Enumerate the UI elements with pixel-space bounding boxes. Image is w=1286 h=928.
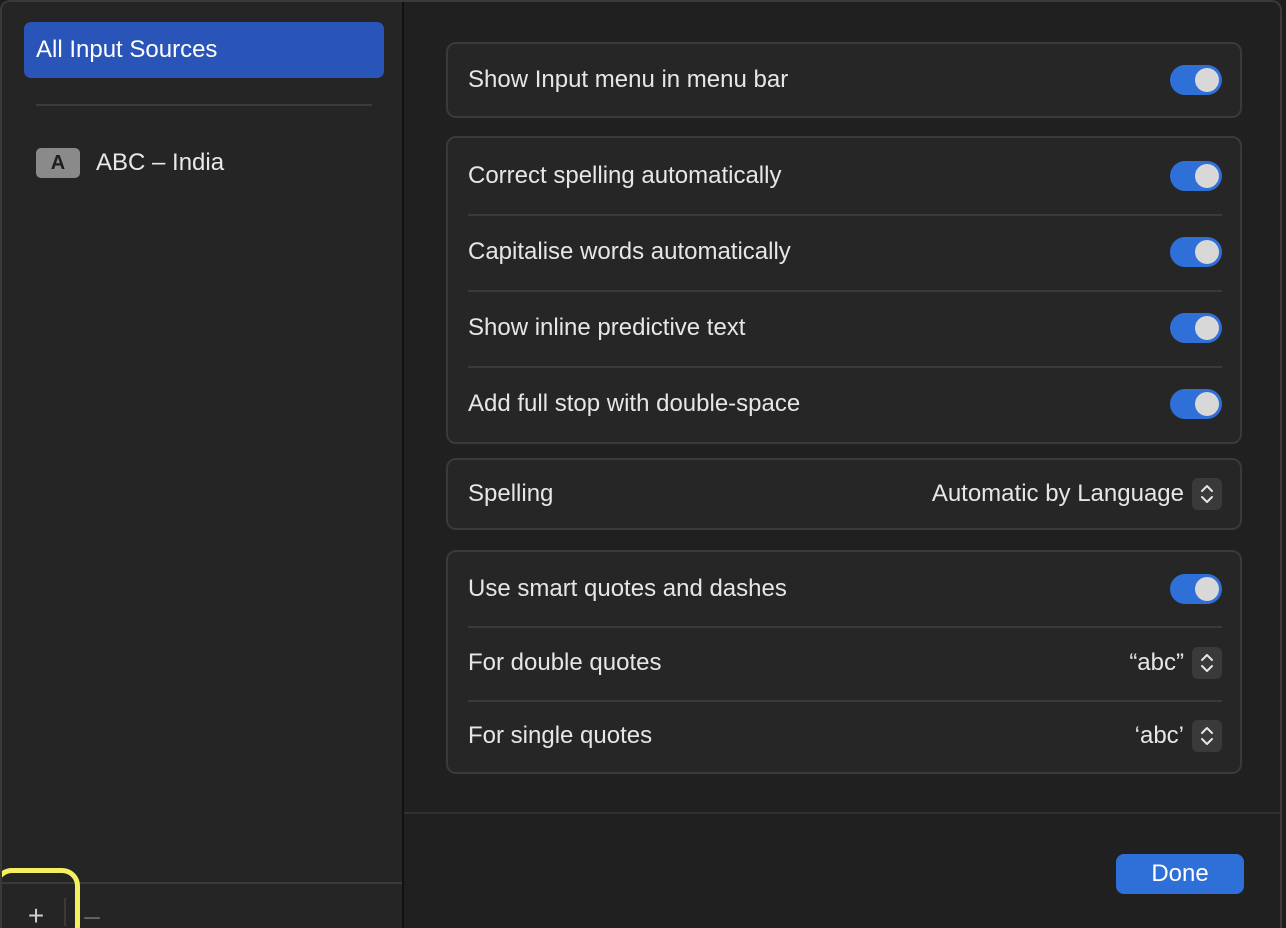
double-quotes-popup[interactable]: “abc” — [1129, 647, 1222, 679]
input-sources-sheet: All Input Sources A ABC – India + – Show… — [0, 0, 1282, 928]
setting-label: Correct spelling automatically — [468, 162, 782, 189]
popup-value: “abc” — [1129, 649, 1184, 676]
setting-row: For double quotes “abc” — [448, 626, 1240, 700]
single-quotes-popup[interactable]: ‘abc’ — [1135, 720, 1222, 752]
setting-row: Capitalise words automatically — [448, 214, 1240, 290]
setting-row: Spelling Automatic by Language — [448, 460, 1240, 528]
done-button-label: Done — [1151, 860, 1209, 887]
full-stop-double-space-toggle[interactable] — [1170, 389, 1222, 419]
sidebar-item-abc-india[interactable]: A ABC – India — [36, 140, 224, 186]
main-panel: Show Input menu in menu bar Correct spel… — [404, 2, 1280, 928]
smart-quotes-toggle[interactable] — [1170, 574, 1222, 604]
chevron-up-down-icon — [1192, 478, 1222, 510]
setting-row: Add full stop with double-space — [448, 366, 1240, 442]
footer-divider — [404, 812, 1280, 814]
quotes-group: Use smart quotes and dashes For double q… — [446, 550, 1242, 774]
setting-label: Use smart quotes and dashes — [468, 575, 787, 602]
popup-value: Automatic by Language — [931, 480, 1184, 507]
toggle-knob — [1195, 392, 1219, 416]
toggle-knob — [1195, 68, 1219, 92]
setting-label: Show Input menu in menu bar — [468, 66, 789, 93]
sidebar-item-label: ABC – India — [96, 149, 225, 176]
sidebar-item-label: All Input Sources — [36, 36, 218, 63]
done-button[interactable]: Done — [1116, 854, 1244, 894]
minus-icon: – — [84, 900, 100, 928]
setting-label: Show inline predictive text — [468, 314, 746, 341]
popup-value: ‘abc’ — [1134, 722, 1184, 749]
capitalise-words-toggle[interactable] — [1170, 237, 1222, 267]
setting-label: For single quotes — [468, 722, 653, 749]
toggle-knob — [1195, 164, 1219, 188]
chevron-up-down-icon — [1192, 720, 1222, 752]
toggle-knob — [1195, 316, 1219, 340]
chevron-up-down-icon — [1192, 647, 1222, 679]
sidebar-item-all-input-sources[interactable]: All Input Sources — [24, 22, 384, 78]
setting-row: Use smart quotes and dashes — [448, 552, 1240, 626]
correct-spelling-toggle[interactable] — [1170, 161, 1222, 191]
toggle-knob — [1195, 577, 1219, 601]
sidebar: All Input Sources A ABC – India + – — [2, 2, 404, 928]
setting-row: Show inline predictive text — [448, 290, 1240, 366]
toggle-knob — [1195, 240, 1219, 264]
spelling-group: Spelling Automatic by Language — [446, 458, 1242, 530]
setting-row: Correct spelling automatically — [448, 138, 1240, 214]
setting-row: For single quotes ‘abc’ — [448, 700, 1240, 772]
setting-label: Add full stop with double-space — [468, 390, 801, 417]
spelling-popup[interactable]: Automatic by Language — [932, 478, 1222, 510]
setting-label: Capitalise words automatically — [468, 238, 791, 265]
highlight-annotation — [2, 868, 80, 928]
show-input-menu-toggle[interactable] — [1170, 65, 1222, 95]
setting-label: Spelling — [468, 480, 554, 507]
input-source-badge-icon: A — [36, 148, 80, 178]
inline-predictive-text-toggle[interactable] — [1170, 313, 1222, 343]
menu-group: Show Input menu in menu bar — [446, 42, 1242, 118]
typing-group: Correct spelling automatically Capitalis… — [446, 136, 1242, 444]
setting-label: For double quotes — [468, 649, 662, 676]
sidebar-divider — [36, 104, 372, 106]
setting-row: Show Input menu in menu bar — [448, 44, 1240, 116]
